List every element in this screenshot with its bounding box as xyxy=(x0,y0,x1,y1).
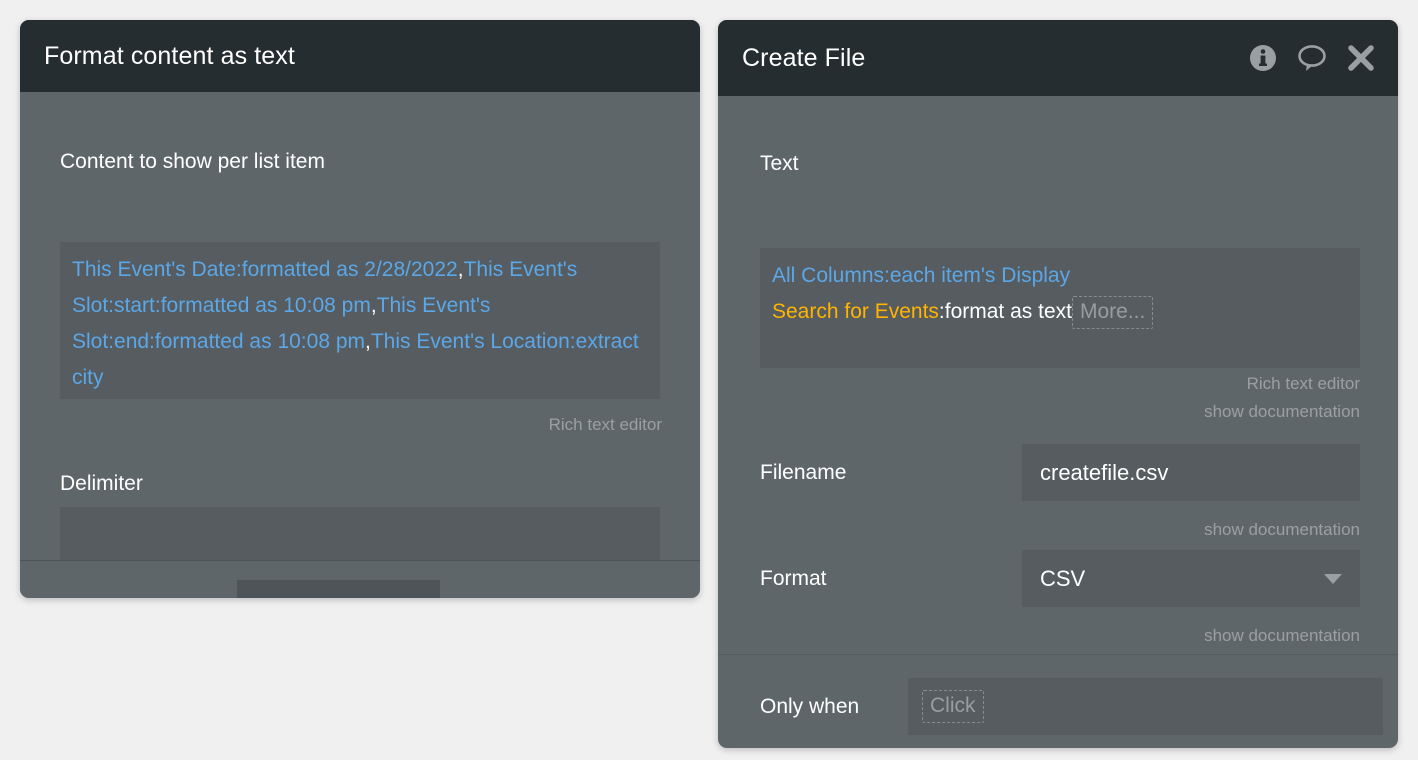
show-documentation-text[interactable]: show documentation xyxy=(1204,402,1360,422)
section-divider xyxy=(718,654,1398,655)
delete-button[interactable]: Delete xyxy=(468,580,668,598)
only-when-placeholder-chip[interactable]: Click xyxy=(922,690,984,723)
format-selected-value: CSV xyxy=(1040,565,1086,591)
only-when-row: Only when Click xyxy=(760,678,1383,735)
text-input[interactable]: All Columns:each item's Display Search fo… xyxy=(760,248,1360,368)
content-per-list-item-label: Content to show per list item xyxy=(60,150,325,173)
filename-label: Filename xyxy=(760,460,847,484)
delimiter-input[interactable] xyxy=(60,507,660,565)
close-button[interactable]: Close xyxy=(237,580,440,598)
content-per-list-item-input[interactable]: This Event's Date:formatted as 2/28/2022… xyxy=(60,242,660,399)
left-panel-header: Format content as text xyxy=(20,20,700,92)
format-row: Format CSV xyxy=(760,550,1360,607)
rich-text-editor-note: Rich text editor xyxy=(1246,374,1360,393)
format-content-as-text-panel: Format content as text Content to show p… xyxy=(20,20,700,598)
format-select[interactable]: CSV xyxy=(1022,550,1360,607)
left-panel-footer: Close Delete xyxy=(20,560,700,598)
show-documentation-filename[interactable]: show documentation xyxy=(1204,520,1360,540)
header-icon-group xyxy=(1248,43,1376,73)
left-panel-body: Content to show per list item This Event… xyxy=(20,92,700,598)
right-panel-body: Text All Columns:each item's Display Sear… xyxy=(718,96,1398,748)
close-icon[interactable] xyxy=(1346,43,1376,73)
info-icon[interactable] xyxy=(1248,43,1278,73)
filename-row: Filename createfile.csv xyxy=(760,444,1360,501)
only-when-input[interactable]: Click xyxy=(908,678,1383,735)
text-label: Text xyxy=(760,152,799,175)
only-when-label: Only when xyxy=(760,694,860,718)
more-options-chip[interactable]: More... xyxy=(1071,296,1154,329)
format-label: Format xyxy=(760,566,827,590)
token-format-as-text: :format as text xyxy=(938,300,1072,323)
dynamic-token-event-date[interactable]: This Event's Date:formatted as 2/28/2022 xyxy=(72,258,458,281)
create-file-panel: Create File Text All Columns:each item's… xyxy=(718,20,1398,748)
filename-input[interactable]: createfile.csv xyxy=(1022,444,1360,501)
right-panel-title: Create File xyxy=(742,43,866,72)
delimiter-label: Delimiter xyxy=(60,472,143,495)
left-panel-title: Format content as text xyxy=(44,41,295,70)
right-panel-header: Create File xyxy=(718,20,1398,96)
show-documentation-format[interactable]: show documentation xyxy=(1204,626,1360,646)
chevron-down-icon xyxy=(1324,573,1342,584)
dynamic-token-all-columns[interactable]: All Columns:each item's Display xyxy=(772,264,1070,287)
comment-icon[interactable] xyxy=(1296,43,1328,73)
rich-text-editor-note: Rich text editor xyxy=(548,415,662,434)
dynamic-token-search-for-events[interactable]: Search for Events xyxy=(772,300,939,323)
